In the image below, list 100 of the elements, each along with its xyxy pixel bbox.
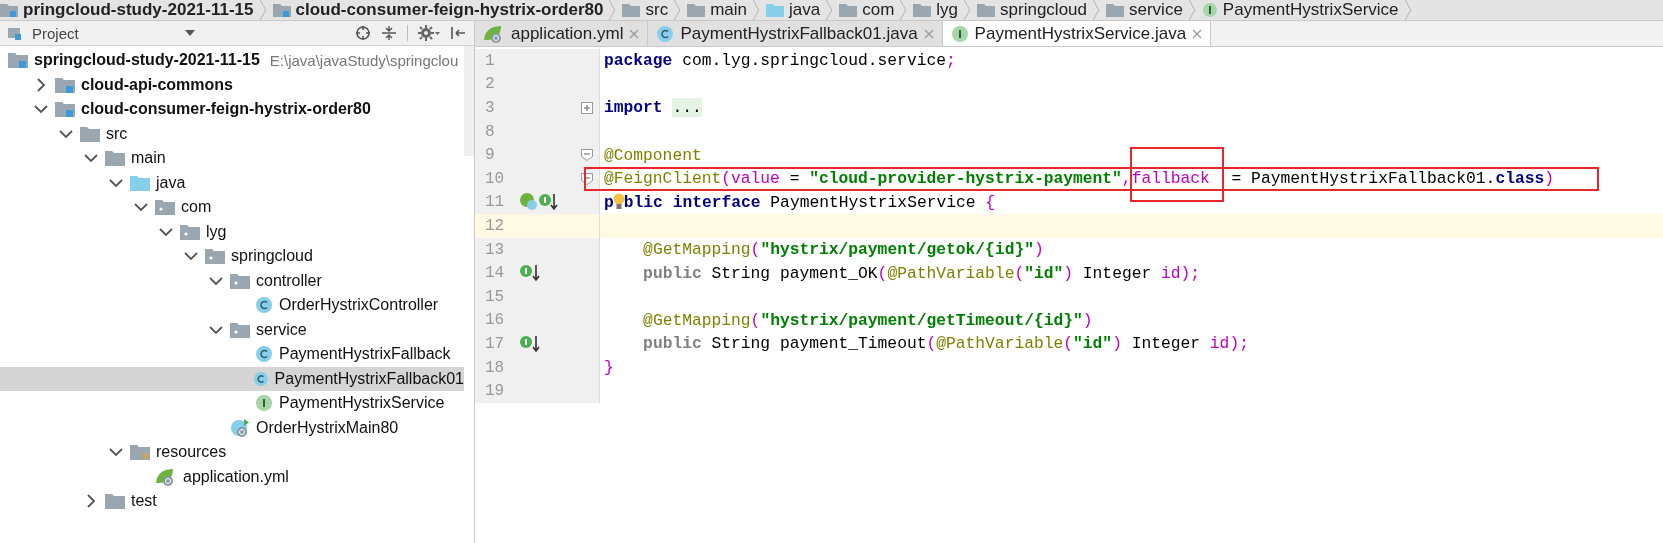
folder-icon — [622, 3, 641, 17]
annotation: @FeignClient — [604, 169, 722, 189]
code-text: = PaymentHystrixFallback01. — [1230, 169, 1496, 189]
string-literal: "cloud-provider-hystrix-payment" — [809, 169, 1122, 189]
breadcrumb-item[interactable]: PaymentHystrixService — [1195, 0, 1412, 20]
chevron-separator-icon — [752, 0, 760, 20]
chevron-right-icon[interactable] — [86, 494, 96, 509]
chevron-down-icon[interactable] — [84, 153, 98, 164]
breadcrumb-item[interactable]: cloud-consumer-feign-hystrix-order80 — [266, 0, 617, 20]
breadcrumb-item[interactable]: lyg — [907, 0, 972, 20]
package-folder-icon — [230, 321, 250, 338]
collapse-all-icon[interactable] — [381, 25, 397, 41]
chevron-separator-icon — [1403, 0, 1412, 20]
parameter-name: value — [731, 169, 780, 189]
punctuation: ) — [1112, 334, 1122, 354]
hide-panel-icon[interactable] — [450, 25, 466, 41]
collapse-fold-icon[interactable] — [581, 149, 593, 162]
tree-item[interactable]: OrderHystrixController — [0, 293, 464, 318]
editor-tab[interactable]: application.yml — [475, 21, 649, 46]
tree-item[interactable]: service — [0, 317, 464, 342]
tree-item[interactable]: springcloud-study-2021-11-15 E:\java\javaStudy\springclou — [0, 48, 464, 73]
tree-item[interactable]: java — [0, 170, 464, 195]
package-folder-icon — [230, 272, 250, 289]
tree-item[interactable]: PaymentHystrixFallback — [0, 342, 464, 367]
annotation: @PathVariable — [887, 263, 1015, 283]
line-number: 3 — [485, 99, 496, 117]
keyword: blic — [623, 192, 663, 212]
punctuation: { — [985, 192, 996, 212]
chevron-down-icon[interactable] — [209, 324, 223, 335]
punctuation: ; — [946, 51, 956, 71]
package-folder-icon — [155, 199, 175, 216]
tree-item[interactable]: OrderHystrixMain80 — [0, 415, 464, 440]
chevron-separator-icon — [608, 0, 617, 20]
line-number: 15 — [485, 287, 506, 306]
package-folder-icon — [913, 3, 932, 17]
module-folder-icon — [0, 3, 18, 17]
module-folder-icon — [55, 76, 75, 93]
breadcrumb-item[interactable]: main — [681, 0, 760, 20]
line-number: 14 — [485, 264, 506, 283]
gutter-markers-icon[interactable] — [519, 192, 559, 213]
punctuation: ); — [1229, 334, 1249, 354]
chevron-down-icon[interactable] — [59, 128, 73, 139]
breadcrumb-item[interactable]: com — [833, 0, 908, 20]
interface-icon — [1201, 2, 1218, 18]
settings-icon[interactable] — [418, 25, 440, 41]
annotation: @Component — [604, 145, 702, 165]
tree-item[interactable]: controller — [0, 268, 464, 293]
string-literal: "hystrix/payment/getTimeout/{id}" — [760, 310, 1083, 330]
chevron-right-icon[interactable] — [36, 77, 46, 92]
breadcrumb-item[interactable]: pringcloud-study-2021-11-15 — [0, 0, 267, 20]
parameter-name: id — [1161, 263, 1181, 283]
keyword: public — [643, 263, 702, 283]
tree-item[interactable]: src — [0, 121, 464, 146]
breadcrumb-item[interactable]: src — [616, 0, 682, 20]
tree-item[interactable]: application.yml — [0, 464, 464, 489]
implemented-icon[interactable] — [519, 333, 541, 354]
breadcrumb-item[interactable]: java — [760, 0, 834, 20]
chevron-separator-icon — [673, 0, 682, 20]
module-folder-icon — [272, 3, 291, 17]
chevron-down-icon[interactable] — [134, 202, 148, 213]
tree-item[interactable]: lyg — [0, 219, 464, 244]
package-folder-icon — [977, 3, 996, 17]
tree-item[interactable]: PaymentHystrixService — [0, 391, 464, 416]
punctuation: ( — [1063, 334, 1074, 354]
dropdown-caret-icon[interactable] — [185, 29, 195, 37]
punctuation: ); — [1180, 263, 1201, 283]
locate-icon[interactable] — [355, 25, 371, 41]
line-number: 1 — [485, 51, 496, 70]
tree-item[interactable]: cloud-consumer-feign-hystrix-order80 — [0, 97, 464, 122]
editor-tab[interactable]: PaymentHystrixFallback01.java — [648, 21, 943, 46]
scrollbar[interactable] — [464, 46, 474, 156]
chevron-down-icon[interactable] — [34, 104, 48, 115]
keyword: public — [643, 334, 702, 354]
chevron-down-icon[interactable] — [109, 447, 123, 458]
tree-item[interactable]: springcloud — [0, 244, 464, 269]
tree-item[interactable]: com — [0, 195, 464, 220]
chevron-down-icon[interactable] — [159, 226, 173, 237]
tree-item[interactable]: PaymentHystrixFallback01 — [0, 366, 464, 391]
breadcrumb-item[interactable]: service — [1100, 0, 1196, 20]
package-folder-icon — [839, 3, 858, 17]
class-icon — [252, 369, 269, 388]
breadcrumb-item[interactable]: springcloud — [971, 0, 1100, 20]
tree-item[interactable]: cloud-api-commons — [0, 72, 464, 97]
tree-item[interactable]: test — [0, 489, 464, 514]
editor-tab[interactable]: PaymentHystrixService.java — [942, 21, 1212, 46]
chevron-separator-icon — [1092, 0, 1100, 20]
line-number: 2 — [485, 75, 496, 94]
interface-icon — [255, 394, 273, 413]
chevron-down-icon[interactable] — [109, 177, 123, 188]
close-icon[interactable] — [1192, 28, 1203, 39]
tree-item[interactable]: main — [0, 146, 464, 171]
implemented-icon[interactable] — [519, 263, 541, 284]
interface-icon — [950, 24, 969, 43]
expand-fold-icon[interactable] — [581, 102, 593, 114]
keyword: import — [604, 98, 663, 118]
tree-item[interactable]: resources — [0, 440, 464, 465]
chevron-down-icon[interactable] — [184, 251, 198, 262]
collapse-fold-icon[interactable] — [581, 172, 593, 185]
chevron-down-icon[interactable] — [209, 275, 223, 286]
annotation: @GetMapping — [643, 310, 751, 330]
